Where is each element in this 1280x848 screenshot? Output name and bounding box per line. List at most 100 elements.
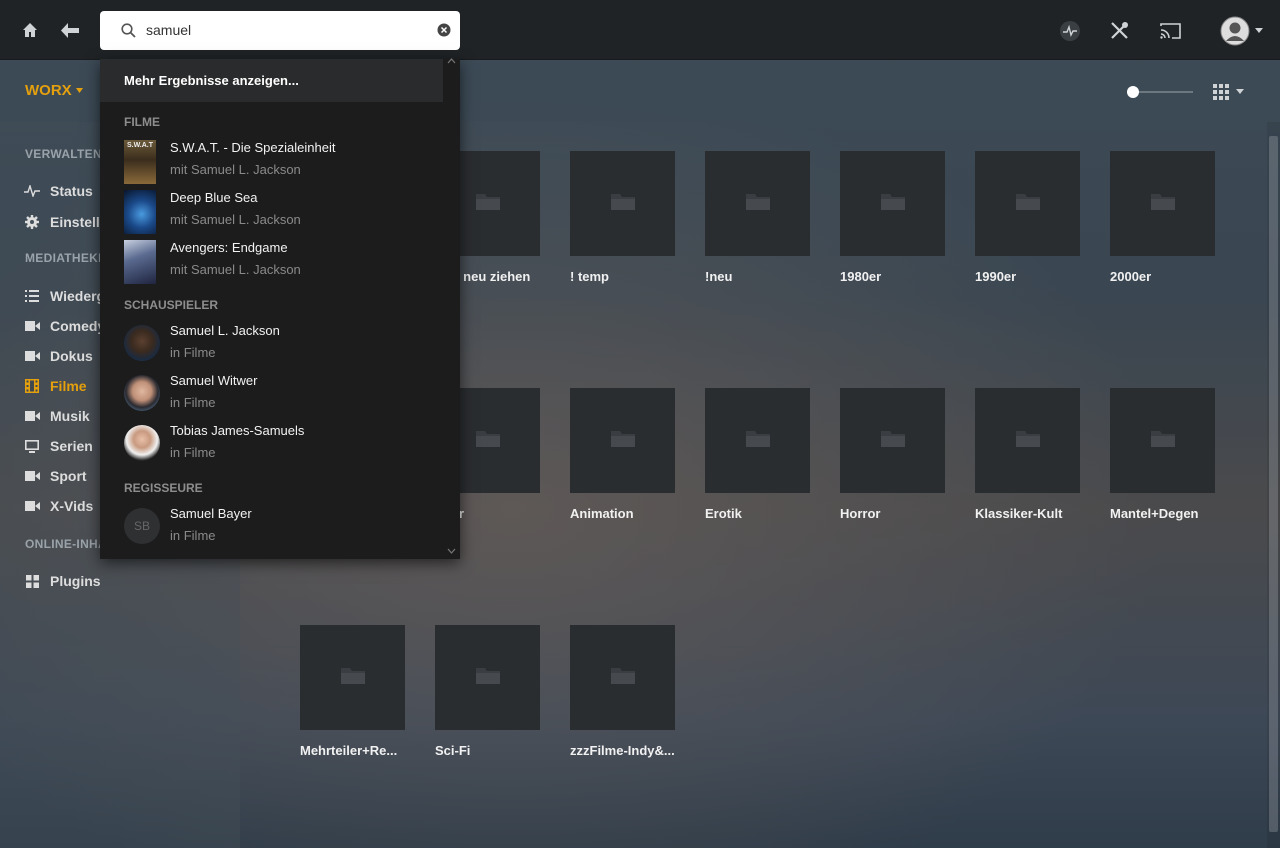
folder-label[interactable]: Mantel+Degen [1110, 506, 1220, 521]
video-icon [24, 498, 40, 514]
grid-icon [24, 573, 40, 589]
folder-icon [745, 191, 771, 216]
actor-photo [124, 375, 160, 411]
folder-tile[interactable] [435, 625, 540, 730]
library-title: WORX [25, 82, 72, 99]
sidebar-item-sport[interactable]: Sport [24, 465, 87, 487]
movie-title: S.W.A.T. - Die Spezialeinheit [170, 140, 336, 155]
folder-tile[interactable] [570, 151, 675, 256]
folder-tile[interactable] [570, 388, 675, 493]
top-bar [0, 0, 1280, 60]
folder-tile[interactable] [705, 388, 810, 493]
search-input[interactable] [146, 19, 426, 41]
activity-icon[interactable] [1060, 21, 1080, 41]
folder-icon [610, 191, 636, 216]
video-icon [24, 348, 40, 364]
folder-label[interactable]: Erotik [705, 506, 815, 521]
director-subtitle: in Filme [170, 528, 216, 543]
search-field[interactable] [100, 11, 460, 50]
folder-label[interactable]: !neu [705, 269, 815, 284]
movie-subtitle: mit Samuel L. Jackson [170, 262, 301, 277]
folder-tile[interactable] [975, 388, 1080, 493]
folder-label[interactable]: zzzFilme-Indy&... [570, 743, 680, 758]
folder-tile[interactable] [840, 388, 945, 493]
folder-icon [880, 428, 906, 453]
folder-label[interactable]: Mehrteiler+Re... [300, 743, 410, 758]
sidebar-item-x-vids[interactable]: X-Vids [24, 495, 93, 517]
chevron-down-icon[interactable] [1255, 28, 1263, 33]
slider-handle[interactable] [1127, 86, 1139, 98]
back-arrow-icon[interactable] [61, 23, 79, 38]
folder-label[interactable]: Animation [570, 506, 680, 521]
sidebar-item-filme[interactable]: Filme [24, 375, 87, 397]
sidebar-item-label: Comedy [50, 318, 106, 334]
cast-icon[interactable] [1160, 23, 1181, 39]
folder-tile[interactable] [705, 151, 810, 256]
movie-poster: S.W.A.T [124, 140, 156, 184]
more-results-link[interactable]: Mehr Ergebnisse anzeigen... [100, 59, 443, 102]
clear-search-icon[interactable] [437, 23, 451, 37]
folder-icon [475, 191, 501, 216]
folder-label[interactable]: 1990er [975, 269, 1085, 284]
folder-tile[interactable] [975, 151, 1080, 256]
scrollbar-thumb[interactable] [1269, 136, 1278, 832]
sidebar-item-comedy[interactable]: Comedy [24, 315, 105, 337]
folder-icon [475, 665, 501, 690]
actor-subtitle: in Filme [170, 395, 216, 410]
folder-label[interactable]: ! temp [570, 269, 680, 284]
folder-label[interactable]: Sci-Fi [435, 743, 545, 758]
scroll-up-icon[interactable] [447, 57, 456, 65]
actor-name: Tobias James-Samuels [170, 423, 305, 438]
director-result[interactable]: SB Samuel Bayer in Filme [124, 506, 444, 550]
library-selector[interactable]: WORX [25, 82, 83, 99]
actor-result[interactable]: Samuel Witwer in Filme [124, 373, 444, 417]
main-scrollbar[interactable] [1267, 122, 1280, 848]
more-results-label: Mehr Ergebnisse anzeigen... [124, 73, 299, 88]
folder-tile[interactable] [570, 625, 675, 730]
folder-label[interactable]: 1980er [840, 269, 950, 284]
monitor-icon [24, 438, 40, 454]
folder-tile[interactable] [300, 625, 405, 730]
actor-result[interactable]: Samuel L. Jackson in Filme [124, 323, 444, 367]
sidebar-item-status[interactable]: Status [24, 180, 93, 202]
sidebar-item-serien[interactable]: Serien [24, 435, 93, 457]
folder-label[interactable]: 2000er [1110, 269, 1220, 284]
gear-icon [24, 214, 40, 230]
folder-icon [340, 665, 366, 690]
actor-name: Samuel Witwer [170, 373, 258, 388]
movie-title: Avengers: Endgame [170, 240, 288, 255]
actor-photo [124, 325, 160, 361]
sidebar-item-plugins[interactable]: Plugins [24, 570, 101, 592]
folder-icon [1015, 191, 1041, 216]
movie-subtitle: mit Samuel L. Jackson [170, 212, 301, 227]
sidebar-item-label: Serien [50, 438, 93, 454]
actor-result[interactable]: Tobias James-Samuels in Filme [124, 423, 444, 467]
user-avatar-icon[interactable] [1220, 16, 1250, 46]
activity-icon [24, 183, 40, 199]
folder-tile[interactable] [1110, 151, 1215, 256]
director-name: Samuel Bayer [170, 506, 252, 521]
sidebar-item-musik[interactable]: Musik [24, 405, 90, 427]
results-section-title: SCHAUSPIELER [124, 298, 219, 312]
sidebar-item-label: X-Vids [50, 498, 94, 514]
sidebar-item-label: Musik [50, 408, 90, 424]
folder-label[interactable]: Klassiker-Kult [975, 506, 1085, 521]
movie-title: Deep Blue Sea [170, 190, 258, 205]
tools-icon[interactable] [1110, 21, 1129, 40]
size-slider[interactable] [1127, 86, 1193, 98]
movie-result[interactable]: S.W.A.T S.W.A.T. - Die Spezialeinheit mi… [124, 140, 444, 184]
folder-tile[interactable] [840, 151, 945, 256]
sidebar-item-dokus[interactable]: Dokus [24, 345, 93, 367]
movie-result[interactable]: Deep Blue Sea mit Samuel L. Jackson [124, 190, 444, 234]
movie-result[interactable]: Avengers: Endgame mit Samuel L. Jackson [124, 240, 444, 284]
chevron-down-icon[interactable] [1236, 89, 1244, 94]
folder-tile[interactable] [1110, 388, 1215, 493]
search-icon [121, 23, 136, 38]
grid-view-icon[interactable] [1213, 84, 1229, 100]
folder-icon [1015, 428, 1041, 453]
home-icon[interactable] [22, 22, 38, 38]
scroll-down-icon[interactable] [447, 547, 456, 555]
folder-icon [475, 428, 501, 453]
folder-label[interactable]: Horror [840, 506, 950, 521]
folder-icon [610, 428, 636, 453]
